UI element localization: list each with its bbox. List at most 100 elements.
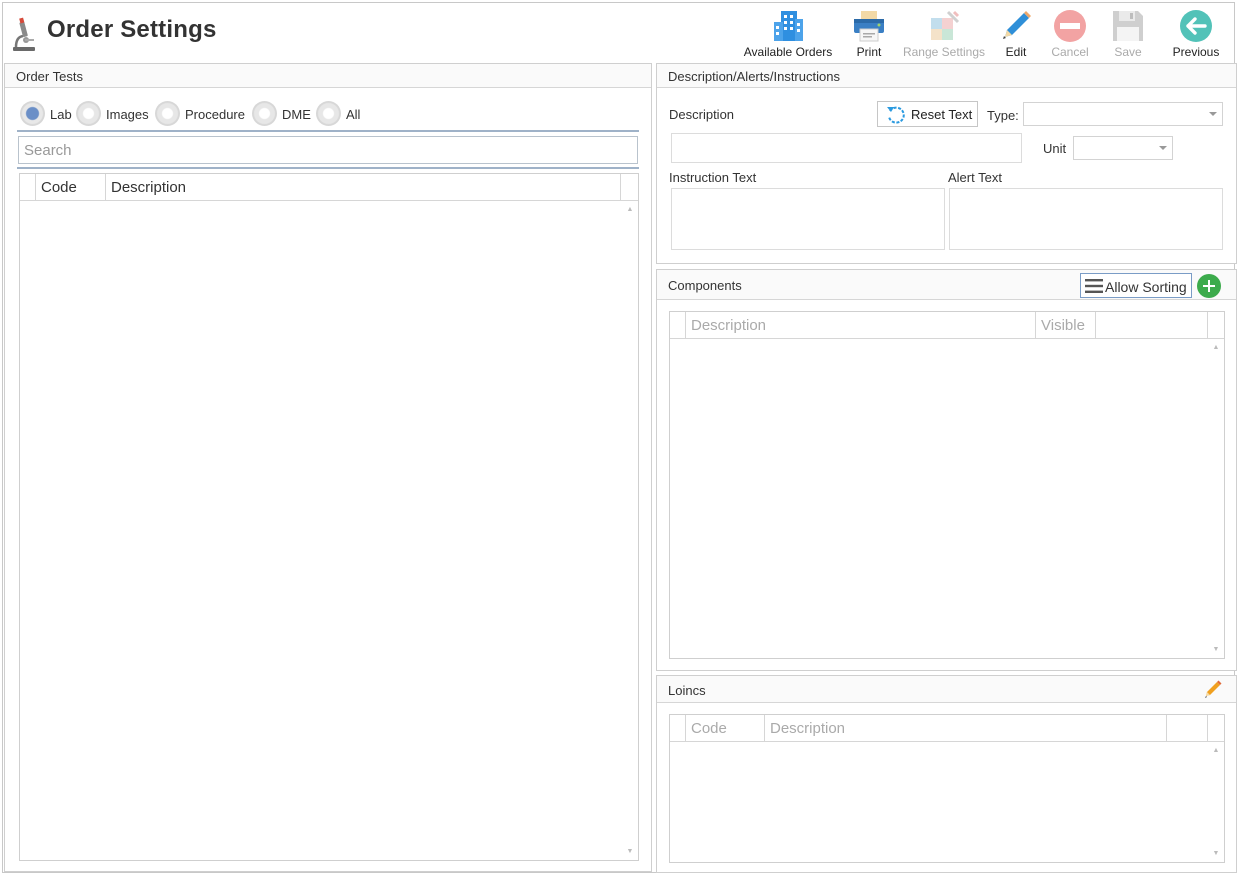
column-header-description[interactable]: Description bbox=[686, 312, 1036, 338]
save-button[interactable]: Save bbox=[1103, 5, 1153, 61]
print-button[interactable]: Print bbox=[841, 5, 897, 61]
loincs-title: Loincs bbox=[668, 683, 706, 698]
row-indicator-header bbox=[670, 312, 686, 338]
chevron-down-icon bbox=[1209, 112, 1217, 116]
radio-lab[interactable]: Lab bbox=[20, 101, 76, 127]
type-dropdown[interactable] bbox=[1023, 102, 1223, 126]
components-grid: Description Visible ▲ ▼ bbox=[669, 311, 1225, 659]
scroll-up-arrow-icon[interactable]: ▲ bbox=[1210, 342, 1222, 354]
scroll-up-arrow-icon[interactable]: ▲ bbox=[624, 204, 636, 216]
radio-procedure[interactable]: Procedure bbox=[155, 101, 251, 127]
radio-images[interactable]: Images bbox=[76, 101, 154, 127]
radio-dme-label: DME bbox=[282, 107, 311, 122]
floppy-disk-icon bbox=[1113, 11, 1143, 41]
printer-icon bbox=[854, 11, 884, 42]
loincs-panel: Loincs Code Description ▲ ▼ bbox=[656, 675, 1237, 873]
loincs-grid-header: Code Description bbox=[670, 715, 1224, 742]
radio-dot-icon bbox=[316, 101, 341, 126]
description-input[interactable] bbox=[671, 133, 1022, 163]
components-panel: Components Allow Sorting Description Vis… bbox=[656, 269, 1237, 671]
save-label: Save bbox=[1114, 45, 1142, 59]
column-header-visible[interactable]: Visible bbox=[1036, 312, 1096, 338]
order-tests-grid: Code Description ▲ ▼ bbox=[19, 173, 639, 861]
print-label: Print bbox=[856, 45, 882, 59]
column-header-code[interactable]: Code bbox=[36, 174, 106, 200]
order-settings-window: Order Settings Available Orders Print Ra… bbox=[2, 2, 1237, 873]
allow-sorting-label: Allow Sorting bbox=[1105, 279, 1187, 295]
plus-icon-vertical bbox=[1208, 280, 1210, 292]
radio-all-label: All bbox=[346, 107, 361, 122]
page-title: Order Settings bbox=[47, 16, 217, 43]
reset-text-button[interactable]: Reset Text bbox=[877, 101, 978, 127]
scroll-up-arrow-icon[interactable]: ▲ bbox=[1210, 745, 1222, 757]
toolbar: Available Orders Print Range Settings Ed… bbox=[738, 5, 1232, 61]
add-component-button[interactable] bbox=[1197, 274, 1221, 298]
instruction-text-label: Instruction Text bbox=[669, 170, 757, 185]
range-settings-label: Range Settings bbox=[902, 45, 986, 59]
filler-header bbox=[1096, 312, 1208, 338]
column-header-description[interactable]: Description bbox=[106, 174, 621, 200]
components-header: Components Allow Sorting bbox=[657, 270, 1236, 300]
chevron-down-icon bbox=[1159, 146, 1167, 150]
loincs-header: Loincs bbox=[657, 676, 1236, 703]
cancel-label: Cancel bbox=[1051, 45, 1089, 59]
available-orders-button[interactable]: Available Orders bbox=[738, 5, 838, 61]
radio-lab-label: Lab bbox=[50, 107, 72, 122]
description-panel-header: Description/Alerts/Instructions bbox=[657, 64, 1236, 88]
scroll-down-arrow-icon[interactable]: ▼ bbox=[1210, 644, 1222, 656]
available-orders-label: Available Orders bbox=[743, 45, 833, 59]
edit-label: Edit bbox=[1005, 45, 1027, 59]
radio-dot-icon bbox=[252, 101, 277, 126]
alert-text-label: Alert Text bbox=[948, 170, 1002, 185]
column-header-description[interactable]: Description bbox=[765, 715, 1167, 741]
radio-all[interactable]: All bbox=[316, 101, 366, 127]
range-settings-icon bbox=[931, 10, 960, 40]
pencil-icon[interactable] bbox=[1203, 680, 1223, 700]
unit-label: Unit bbox=[1043, 141, 1067, 156]
search-input[interactable] bbox=[18, 136, 638, 164]
radio-dme[interactable]: DME bbox=[252, 101, 316, 127]
microscope-icon bbox=[13, 17, 35, 51]
building-icon bbox=[774, 11, 803, 41]
radio-divider bbox=[17, 130, 639, 132]
scroll-down-arrow-icon[interactable]: ▼ bbox=[1210, 848, 1222, 860]
row-indicator-header bbox=[20, 174, 36, 200]
description-panel-title: Description/Alerts/Instructions bbox=[668, 69, 840, 84]
instruction-text-input[interactable] bbox=[671, 188, 945, 250]
row-indicator-header bbox=[670, 715, 686, 741]
loincs-grid: Code Description ▲ ▼ bbox=[669, 714, 1225, 863]
edit-button[interactable]: Edit bbox=[991, 5, 1041, 61]
radio-dot-icon bbox=[20, 101, 45, 126]
radio-dot-icon bbox=[155, 101, 180, 126]
previous-button[interactable]: Previous bbox=[1165, 5, 1227, 61]
search-divider bbox=[17, 167, 639, 169]
radio-images-label: Images bbox=[106, 107, 149, 122]
arrow-left-icon bbox=[1180, 10, 1212, 42]
alert-text-input[interactable] bbox=[949, 188, 1223, 250]
order-tests-panel: Order Tests Lab Images Procedure DME All bbox=[4, 63, 652, 872]
radio-procedure-label: Procedure bbox=[185, 107, 245, 122]
allow-sorting-button[interactable]: Allow Sorting bbox=[1080, 273, 1192, 298]
order-tests-grid-header: Code Description bbox=[20, 174, 638, 201]
type-label: Type: bbox=[987, 108, 1019, 123]
components-title: Components bbox=[668, 278, 742, 293]
pencil-icon bbox=[1003, 11, 1031, 39]
filler-header bbox=[1167, 715, 1208, 741]
header: Order Settings Available Orders Print Ra… bbox=[3, 3, 1236, 62]
components-grid-header: Description Visible bbox=[670, 312, 1224, 339]
description-alerts-instructions-panel: Description/Alerts/Instructions Descript… bbox=[656, 63, 1237, 264]
cancel-button[interactable]: Cancel bbox=[1045, 5, 1095, 61]
column-header-code[interactable]: Code bbox=[686, 715, 765, 741]
reset-text-label: Reset Text bbox=[911, 107, 973, 122]
description-label: Description bbox=[669, 107, 735, 122]
previous-label: Previous bbox=[1172, 45, 1220, 59]
order-tests-header: Order Tests bbox=[5, 64, 651, 88]
menu-lines-icon bbox=[1085, 279, 1103, 293]
radio-dot-icon bbox=[76, 101, 101, 126]
scroll-down-arrow-icon[interactable]: ▼ bbox=[624, 846, 636, 858]
cancel-icon bbox=[1054, 10, 1086, 42]
unit-dropdown[interactable] bbox=[1073, 136, 1173, 160]
order-tests-title: Order Tests bbox=[16, 69, 83, 84]
reset-icon bbox=[887, 106, 905, 124]
range-settings-button[interactable]: Range Settings bbox=[900, 5, 988, 61]
